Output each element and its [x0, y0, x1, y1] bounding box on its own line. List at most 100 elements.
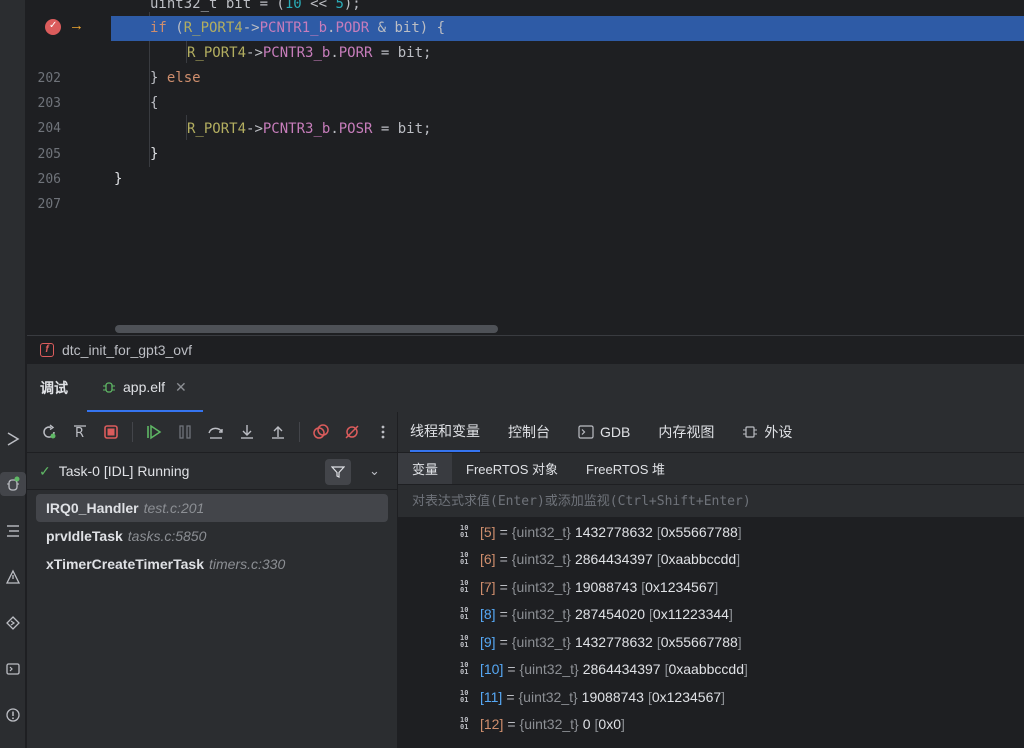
view-breakpoints-button[interactable] [311, 422, 331, 442]
variable-type: {uint32_t} [511, 523, 571, 540]
binary-value-icon: 10 01 [460, 660, 469, 676]
frames-list: IRQ0_Handler test.c:201 prvIdleTask task… [27, 490, 397, 748]
variable-type: {uint32_t} [519, 715, 579, 732]
chevron-down-icon[interactable]: ⌄ [369, 463, 380, 479]
variable-value: 1432778632 [574, 633, 653, 650]
execution-point-arrow-icon: → [69, 17, 84, 34]
services-icon[interactable] [0, 611, 26, 635]
debug-title: 调试 [40, 380, 68, 396]
resume-button[interactable] [144, 422, 164, 442]
binary-value-icon: 10 01 [460, 523, 469, 539]
tab-variables[interactable]: 变量 [398, 452, 453, 485]
variable-row[interactable]: 10 01 [5] = {uint32_t} 1432778632 [0x5566… [460, 518, 742, 545]
structure-icon[interactable] [0, 519, 26, 543]
variable-index: [10] [480, 660, 504, 677]
variable-value: 1432778632 [574, 523, 653, 540]
pause-button[interactable] [175, 422, 195, 442]
code-line[interactable]: 202 R_PORT4->PCNTR3_b.PORR = bit; [27, 41, 1024, 86]
frame-location: test.c:201 [143, 500, 205, 516]
variable-hex: 0xaabbccdd [660, 550, 737, 567]
breadcrumb[interactable]: f dtc_init_for_gpt3_ovf [27, 335, 1024, 363]
frame-item[interactable]: prvIdleTask tasks.c:5850 [36, 522, 388, 550]
variable-index: [7] [480, 578, 496, 595]
terminal-icon[interactable] [0, 657, 26, 681]
variable-row[interactable]: 10 01 [10] = {uint32_t} 2864434397 [0xaab… [460, 655, 748, 682]
variable-hex: 0x55667788 [660, 523, 738, 540]
step-out-button[interactable] [268, 422, 288, 442]
close-icon[interactable]: ✕ [175, 379, 187, 396]
step-over-button[interactable] [206, 422, 226, 442]
code-editor[interactable]: 200 uint32_t bit = (10 << 5); if (R_PORT… [27, 0, 1024, 335]
code-line[interactable]: 204 { [27, 91, 1024, 136]
breadcrumb-function-name[interactable]: dtc_init_for_gpt3_ovf [62, 342, 192, 358]
evaluate-expression-bar [397, 484, 1024, 518]
frame-name: IRQ0_Handler [46, 500, 139, 516]
code-line[interactable]: 203 } else [27, 66, 1024, 111]
filter-icon [331, 466, 345, 478]
run-icon[interactable] [0, 427, 26, 451]
current-execution-line[interactable]: if (R_PORT4->PCNTR1_b.PODR & bit) { [27, 16, 1024, 41]
variable-hex: 0x11223344 [652, 605, 729, 622]
mute-breakpoints-button[interactable] [342, 422, 362, 442]
code-line[interactable]: 205 R_PORT4->PCNTR3_b.POSR = bit; [27, 117, 1024, 162]
step-into-button[interactable] [237, 422, 257, 442]
thread-label: Task-0 [IDL] Running [58, 463, 190, 479]
debug-icon[interactable] [0, 472, 26, 496]
binary-value-icon: 10 01 [460, 578, 469, 594]
breakpoint-check-icon: ✓ [49, 20, 58, 31]
code-line[interactable]: 207 } [27, 167, 1024, 212]
binary-value-icon: 10 01 [460, 633, 469, 649]
check-icon: ✓ [39, 462, 51, 479]
session-tab-app-elf[interactable]: app.elf ✕ [87, 364, 203, 412]
evaluate-expression-input[interactable] [412, 493, 1012, 509]
tab-gdb[interactable]: GDB [578, 412, 630, 452]
tab-peripherals[interactable]: 外设 [742, 412, 792, 452]
tab-memory-view[interactable]: 内存视图 [658, 412, 714, 452]
variable-type: {uint32_t} [511, 605, 571, 622]
variable-hex: 0x0 [598, 715, 621, 732]
variable-hex: 0x1234567 [645, 578, 715, 595]
variable-row[interactable]: 10 01 [9] = {uint32_t} 1432778632 [0x5566… [460, 628, 742, 655]
tab-freertos-objects[interactable]: FreeRTOS 对象 [452, 453, 572, 485]
variable-index: [6] [480, 550, 496, 567]
binary-value-icon: 10 01 [460, 715, 469, 731]
reset-button[interactable]: R [70, 422, 90, 442]
horizontal-scrollbar[interactable] [115, 325, 498, 333]
tab-console[interactable]: 控制台 [508, 412, 550, 452]
notifications-icon[interactable] [0, 703, 26, 727]
frame-item[interactable]: IRQ0_Handler test.c:201 [36, 494, 388, 522]
problems-icon[interactable] [0, 565, 26, 589]
binary-value-icon: 10 01 [460, 605, 469, 621]
variable-row[interactable]: 10 01 [12] = {uint32_t} 0 [0x0] [460, 710, 625, 737]
variable-index: [11] [480, 688, 503, 705]
tab-freertos-heap[interactable]: FreeRTOS 堆 [572, 453, 679, 485]
frame-name: xTimerCreateTimerTask [46, 556, 204, 572]
tab-threads-variables[interactable]: 线程和变量 [410, 412, 480, 452]
rerun-button[interactable] [39, 422, 59, 442]
code-text: } else [150, 70, 201, 86]
filter-button[interactable] [325, 459, 351, 485]
stop-button[interactable] [101, 422, 121, 442]
svg-text:R: R [75, 426, 84, 441]
code-text: { [150, 95, 159, 111]
variable-value: 19088743 [574, 578, 638, 595]
frame-item[interactable]: xTimerCreateTimerTask timers.c:330 [36, 550, 388, 578]
code-line[interactable]: 206 } [27, 142, 1024, 187]
variable-type: {uint32_t} [518, 688, 578, 705]
frame-location: tasks.c:5850 [127, 528, 207, 544]
more-options-icon[interactable] [373, 422, 393, 442]
code-text: } [114, 171, 123, 187]
code-text: uint32_t bit = (10 << 5); [150, 0, 361, 12]
variable-row[interactable]: 10 01 [6] = {uint32_t} 2864434397 [0xaabb… [460, 545, 740, 572]
line-number: 207 [37, 197, 61, 212]
variable-row[interactable]: 10 01 [11] = {uint32_t} 19088743 [0x12345… [460, 683, 725, 710]
variable-index: [9] [480, 633, 496, 650]
variable-value: 2864434397 [574, 550, 653, 567]
variable-row[interactable]: 10 01 [8] = {uint32_t} 287454020 [0x11223… [460, 600, 733, 627]
debug-tool-window: 调试 app.elf ✕ R 线程和变量 控制台 GDB 内存视图 外设 ✓ T… [27, 363, 1024, 748]
variable-value: 0 [582, 715, 591, 732]
code-line[interactable]: 200 uint32_t bit = (10 << 5); [27, 0, 1024, 37]
binary-value-icon: 10 01 [460, 688, 469, 704]
variable-row[interactable]: 10 01 [7] = {uint32_t} 19088743 [0x123456… [460, 573, 718, 600]
thread-selector[interactable]: ✓ Task-0 [IDL] Running ⌄ [27, 452, 397, 490]
